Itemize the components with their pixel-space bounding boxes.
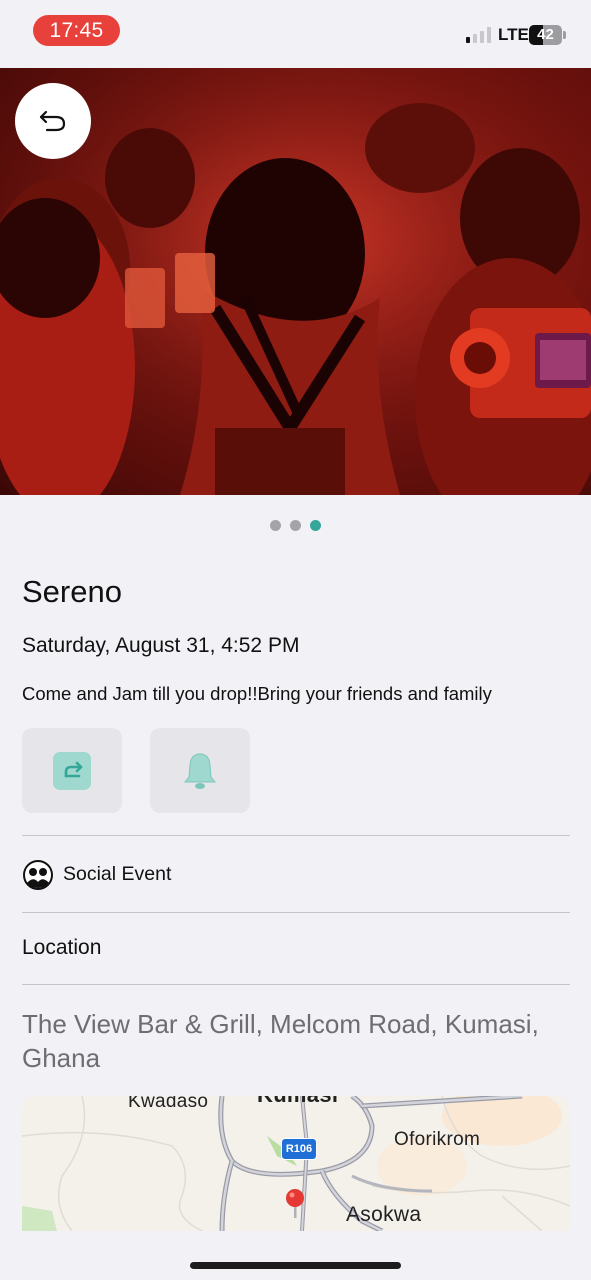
status-bar: 17:45 LTE 42 — [0, 0, 591, 68]
cellular-signal-icon — [466, 27, 492, 43]
map-label-kwadaso: Kwadaso — [128, 1096, 209, 1112]
map-label-oforikrom: Oforikrom — [394, 1129, 481, 1150]
share-button[interactable] — [22, 728, 122, 813]
event-category: Social Event — [63, 863, 172, 885]
bell-icon — [183, 752, 217, 789]
divider — [22, 984, 570, 985]
battery-tip — [563, 31, 566, 39]
undo-arrow-icon — [39, 110, 66, 132]
carousel-dot[interactable] — [270, 520, 281, 531]
location-heading: Location — [22, 936, 102, 959]
divider — [22, 912, 570, 913]
back-button[interactable] — [15, 83, 91, 159]
reminder-button[interactable] — [150, 728, 250, 813]
status-time: 17:45 — [33, 15, 120, 46]
carousel-dot[interactable] — [290, 520, 301, 531]
event-description: Come and Jam till you drop!!Bring your f… — [22, 683, 492, 704]
home-indicator[interactable] — [190, 1262, 401, 1269]
divider — [22, 835, 570, 836]
event-address: The View Bar & Grill, Melcom Road, Kumas… — [22, 1009, 539, 1073]
location-pin-icon[interactable] — [284, 1188, 306, 1218]
carousel-dot[interactable] — [310, 520, 321, 531]
event-title: Sereno — [22, 574, 122, 609]
battery-icon: 42 — [529, 25, 562, 45]
road-badge: R106 — [281, 1138, 317, 1160]
people-icon — [23, 860, 53, 890]
share-icon — [53, 751, 91, 790]
network-type: LTE — [498, 25, 529, 44]
map-label-asokwa: Asokwa — [346, 1203, 422, 1226]
event-datetime: Saturday, August 31, 4:52 PM — [22, 634, 300, 657]
battery-level: 42 — [537, 26, 554, 43]
map-label-kumasi: Kumasi — [257, 1096, 338, 1108]
